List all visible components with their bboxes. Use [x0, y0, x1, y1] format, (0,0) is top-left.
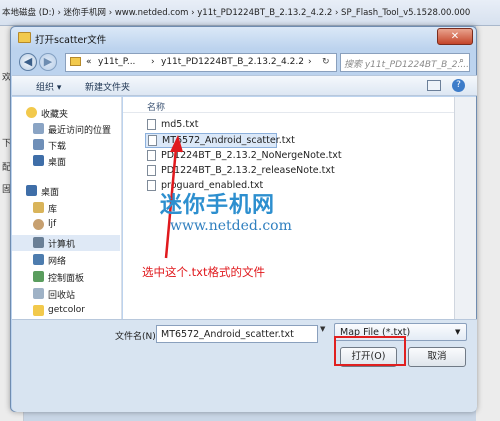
watermark-url: www.netded.com: [170, 218, 292, 234]
annotation-text: 选中这个.txt格式的文件: [142, 265, 265, 279]
arrow-head: [170, 135, 183, 152]
watermark-title: 迷你手机网: [160, 193, 276, 218]
